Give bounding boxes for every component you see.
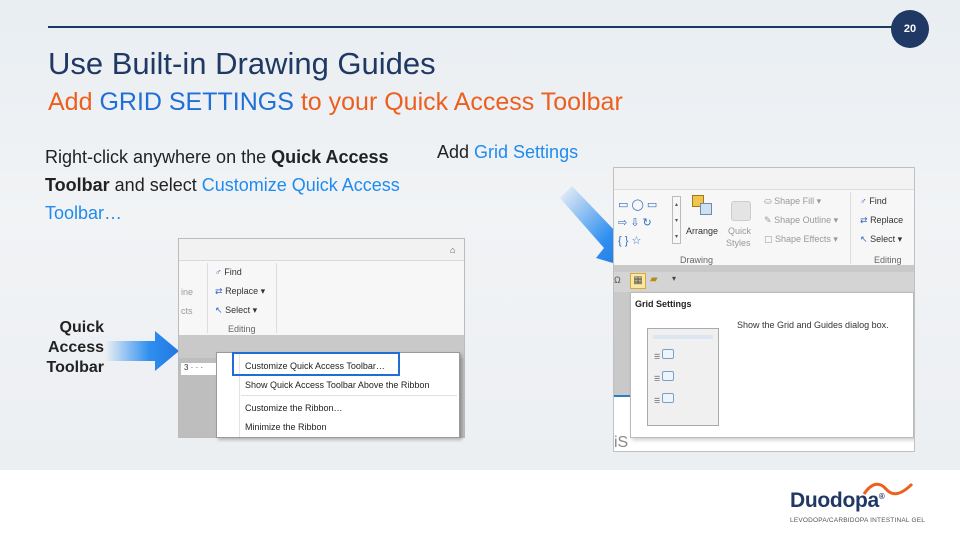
brand-tagline: LEVODOPA/CARBIDOPA INTESTINAL GEL xyxy=(790,517,926,524)
clipped-label: ine xyxy=(181,287,194,297)
menu-item-highlight-box xyxy=(232,352,400,376)
group-divider xyxy=(276,263,277,333)
group-divider xyxy=(850,192,851,264)
brand-swoosh-icon xyxy=(862,482,914,496)
menu-item-customize-ribbon[interactable]: Customize the Ribbon… xyxy=(245,403,343,413)
select-button[interactable]: ↖ Select ▾ xyxy=(860,234,902,245)
page-number-badge: 20 xyxy=(891,10,929,48)
open-folder-icon[interactable]: ▰ xyxy=(650,274,658,285)
replace-icon: ⇄ xyxy=(860,215,868,225)
callout-arrow-right xyxy=(105,331,179,371)
binoculars-icon: ♂ xyxy=(860,196,867,206)
add-grid-highlight: Grid Settings xyxy=(474,142,579,162)
clipped-text: iS xyxy=(614,434,629,451)
ribbon-tabs-bar xyxy=(614,168,914,190)
quick-styles-label-1: Quick xyxy=(728,226,752,236)
grid-dialog-thumbnail: ☰ ☰ ☰ xyxy=(647,328,719,426)
tooltip-grid-settings: Grid Settings Show the Grid and Guides d… xyxy=(630,292,914,438)
tooltip-description: Show the Grid and Guides dialog box. xyxy=(737,320,889,330)
tooltip-title: Grid Settings xyxy=(635,299,692,309)
ribbon-collapse-icon[interactable]: ⌂ xyxy=(450,245,455,255)
quick-styles-label-2: Styles xyxy=(726,238,751,248)
effects-icon: ▢ xyxy=(764,234,773,244)
thumbnail-options: ☰ ☰ ☰ xyxy=(654,347,675,413)
gallery-scroll[interactable]: ▴ ▾ ▾ xyxy=(672,196,681,244)
replace-icon: ⇄ xyxy=(215,286,223,296)
find-button[interactable]: ♂ Find xyxy=(215,267,242,277)
paint-bucket-icon: ⛀ xyxy=(764,196,772,206)
group-label-editing: Editing xyxy=(228,324,256,334)
quick-access-toolbar[interactable] xyxy=(614,272,914,292)
omega-symbol: Ω xyxy=(614,275,621,285)
shape-outline-button[interactable]: ✎ Shape Outline ▾ xyxy=(764,215,838,226)
pencil-icon: ✎ xyxy=(764,215,772,225)
subtitle-highlight: GRID SETTINGS xyxy=(99,88,294,116)
group-label-editing: Editing xyxy=(874,255,902,265)
ribbon-tabs-bar xyxy=(179,239,464,261)
shape-effects-button[interactable]: ▢ Shape Effects ▾ xyxy=(764,234,838,245)
slide-title: Use Built-in Drawing Guides xyxy=(48,46,436,81)
menu-item-show-qat-above[interactable]: Show Quick Access Toolbar Above the Ribb… xyxy=(245,380,429,390)
find-button[interactable]: ♂ Find xyxy=(860,196,887,206)
thumbnail-titlebar xyxy=(653,335,713,339)
ruler-marker: 3 · · · xyxy=(181,363,217,375)
binoculars-icon: ♂ xyxy=(215,267,222,277)
menu-separator xyxy=(241,395,457,396)
grid-settings-icon[interactable]: ▦ xyxy=(630,273,646,289)
qat-dropdown-icon[interactable]: ▾ xyxy=(672,274,676,283)
arrange-button[interactable]: Arrange xyxy=(686,226,718,236)
select-button[interactable]: ↖ Select ▾ xyxy=(215,305,257,316)
group-label-drawing: Drawing xyxy=(680,255,714,265)
group-divider xyxy=(207,263,208,333)
arrange-icon xyxy=(692,195,714,217)
cursor-icon: ↖ xyxy=(215,305,223,315)
menu-item-minimize-ribbon[interactable]: Minimize the Ribbon xyxy=(245,422,327,432)
shapes-gallery[interactable]: ▭ ◯ ▭ ⇨ ⇩ ↻{ } ☆ xyxy=(618,196,657,250)
cursor-icon: ↖ xyxy=(860,234,868,244)
add-grid-instruction: Add Grid Settings xyxy=(437,142,579,162)
replace-button[interactable]: ⇄ Replace ▾ xyxy=(215,286,265,297)
instruction-text: Right-click anywhere on the Quick Access… xyxy=(45,147,400,223)
shape-fill-button[interactable]: ⛀ Shape Fill ▾ xyxy=(764,196,821,207)
screenshot-grid-settings: ▭ ◯ ▭ ⇨ ⇩ ↻{ } ☆ ▴ ▾ ▾ Arrange Quick Styles… xyxy=(613,167,915,452)
header-rule xyxy=(48,26,894,28)
replace-button[interactable]: ⇄ Replace xyxy=(860,215,903,226)
quick-styles-icon xyxy=(731,201,751,221)
slide-subtitle: Add GRID SETTINGS to your Quick Access T… xyxy=(48,88,623,116)
clipped-label: cts xyxy=(181,306,193,316)
qat-callout-label: Quick Access Toolbar xyxy=(46,319,104,376)
